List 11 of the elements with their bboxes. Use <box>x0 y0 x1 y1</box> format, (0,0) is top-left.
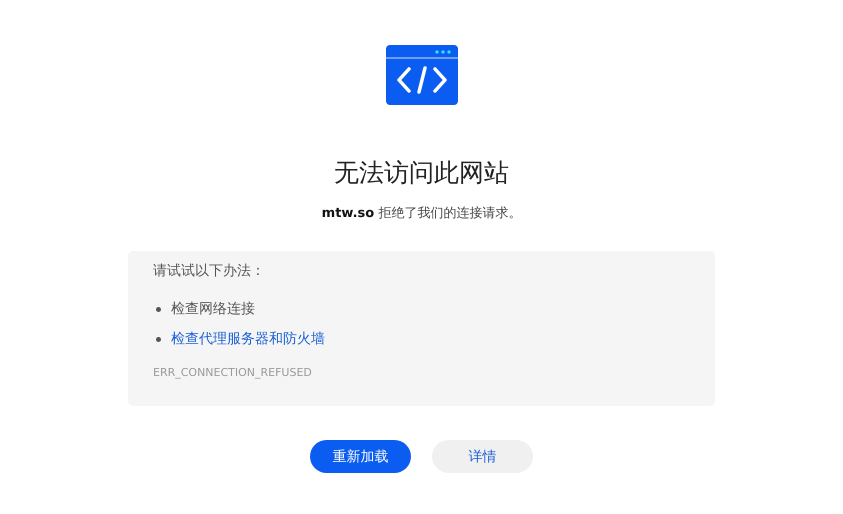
code-window-icon <box>386 45 458 105</box>
reload-button[interactable]: 重新加载 <box>310 440 411 473</box>
details-button[interactable]: 详情 <box>432 440 533 473</box>
suggestions-heading: 请试试以下办法： <box>153 262 266 281</box>
error-message: mtw.so 拒绝了我们的连接请求。 <box>322 205 522 223</box>
bullet-icon <box>156 336 161 342</box>
page-title: 无法访问此网站 <box>334 157 509 189</box>
error-code: ERR_CONNECTION_REFUSED <box>153 365 313 381</box>
suggestion-text: 检查网络连接 <box>171 300 255 319</box>
suggestion-link[interactable]: 检查代理服务器和防火墙 <box>171 329 325 349</box>
bullet-icon <box>156 306 161 312</box>
